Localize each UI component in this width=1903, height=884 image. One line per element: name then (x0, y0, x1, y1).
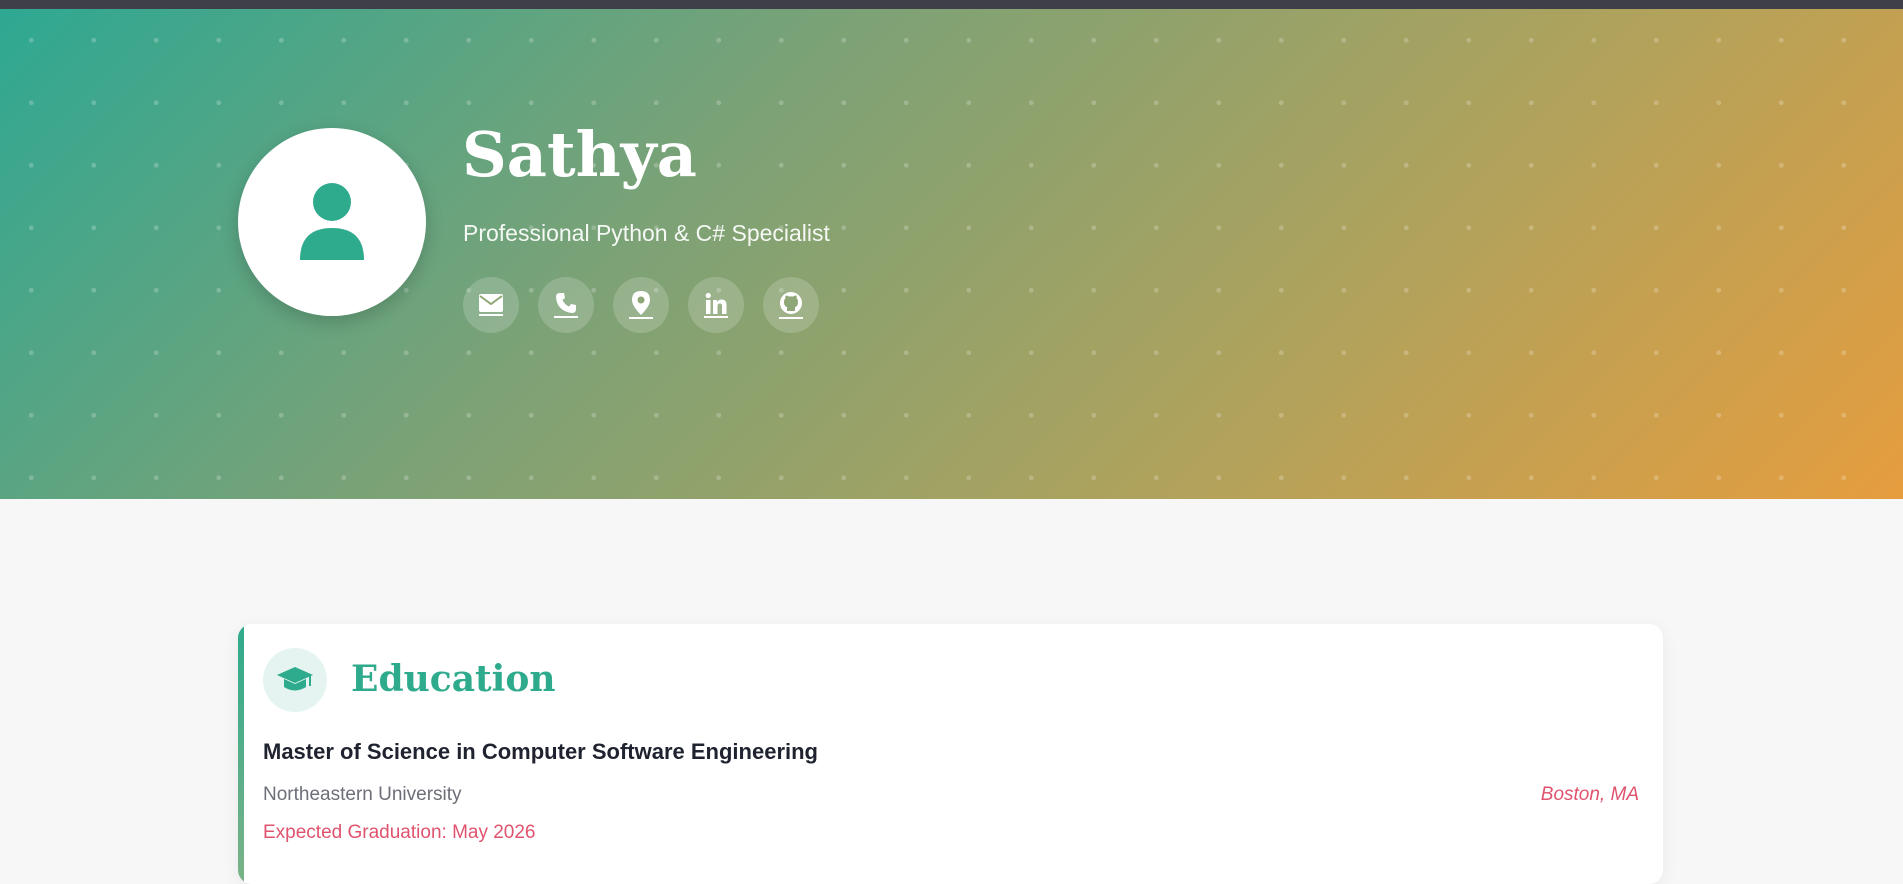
user-icon (300, 183, 364, 260)
school-name: Northeastern University (263, 784, 462, 805)
github-link[interactable] (763, 277, 819, 333)
github-icon (779, 291, 803, 319)
education-section: Education Master of Science in Computer … (238, 624, 1663, 884)
browser-top-bar (0, 0, 1903, 9)
degree-title: Master of Science in Computer Software E… (263, 739, 818, 764)
profile-tagline: Professional Python & C# Specialist (463, 220, 830, 246)
avatar (238, 128, 426, 316)
linkedin-link[interactable] (688, 277, 744, 333)
profile-header: Sathya Professional Python & C# Speciali… (0, 9, 1903, 499)
profile-name: Sathya (462, 118, 697, 191)
graduation-cap-icon (263, 648, 327, 712)
email-link[interactable] (463, 277, 519, 333)
contact-links (463, 277, 819, 333)
envelope-icon (479, 294, 503, 316)
phone-link[interactable] (538, 277, 594, 333)
location-link[interactable] (613, 277, 669, 333)
section-title: Education (351, 658, 556, 700)
graduation-date: Expected Graduation: May 2026 (263, 822, 536, 843)
linkedin-icon (704, 292, 728, 318)
map-pin-icon (629, 291, 653, 319)
phone-icon (554, 292, 578, 318)
school-location: Boston, MA (1540, 784, 1639, 805)
